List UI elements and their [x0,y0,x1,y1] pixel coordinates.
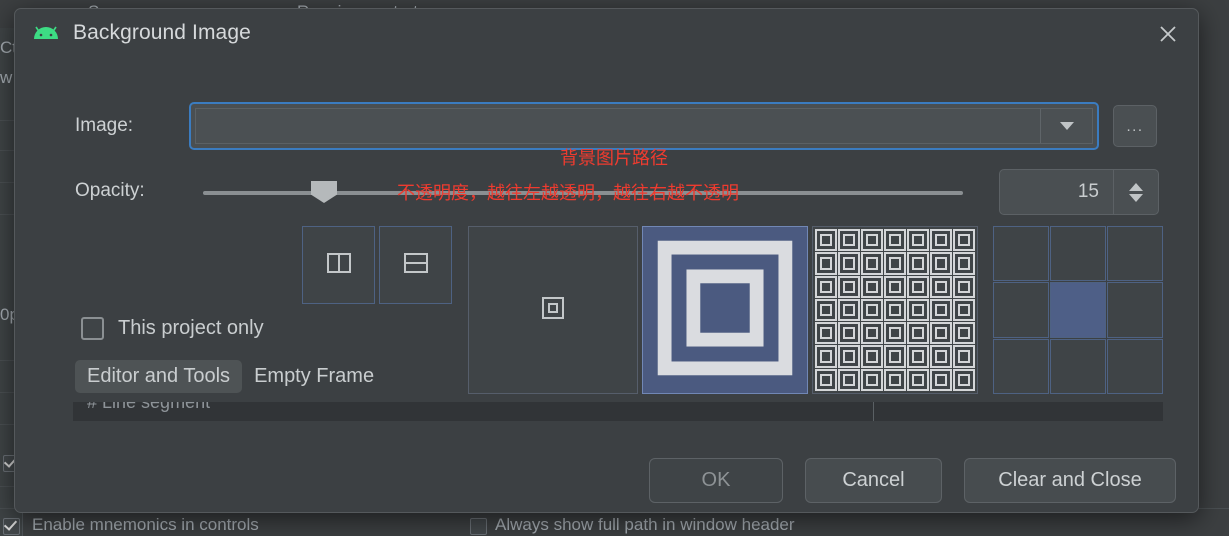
anchor-cell-top-center[interactable] [1050,226,1106,282]
tab-empty-frame[interactable]: Empty Frame [242,360,386,393]
anchor-position-grid[interactable] [993,226,1163,394]
fill-mode-center-preview[interactable] [468,226,638,394]
fill-mode-tile-preview[interactable] [812,226,978,394]
opacity-spinner[interactable]: 15 [999,169,1159,215]
dialog-titlebar: Background Image [15,9,1198,57]
backdrop-label-enable-mnemonics: Enable mnemonics in controls [32,515,259,534]
opacity-value[interactable]: 15 [1000,170,1113,214]
scope-tabs[interactable]: Editor and Tools Empty Frame [75,360,386,393]
backdrop-text-w: w [0,68,13,87]
center-fill-icon [541,296,565,325]
anchor-cell-middle-center[interactable] [1050,282,1106,338]
close-icon[interactable] [1148,17,1188,51]
clipped-text-strip: # Line segment [73,402,1163,421]
opacity-annotation: 不透明度，越往左越透明，越往右越不透明 [397,183,739,203]
this-project-only-checkbox[interactable] [81,317,104,340]
this-project-only-row[interactable]: This project only [81,317,264,340]
anchor-cell-middle-right[interactable] [1107,282,1163,338]
split-horizontal-button[interactable] [379,226,452,304]
scale-fill-icon [656,239,794,382]
fill-mode-scale-preview[interactable] [642,226,808,394]
split-vertical-button[interactable] [302,226,375,304]
opacity-label: Opacity: [75,180,145,201]
this-project-only-label: This project only [118,317,264,339]
clipped-text: # Line segment [87,402,211,412]
tab-editor-and-tools[interactable]: Editor and Tools [75,360,243,393]
anchor-cell-middle-left[interactable] [993,282,1049,338]
cancel-button[interactable]: Cancel [805,458,942,503]
anchor-cell-bottom-left[interactable] [993,338,1049,394]
clear-and-close-button[interactable]: Clear and Close [964,458,1176,503]
anchor-cell-top-right[interactable] [1107,226,1163,282]
backdrop-checkbox-enable-mnemonics[interactable] [3,518,20,535]
anchor-cell-top-left[interactable] [993,226,1049,282]
chevron-up-icon[interactable] [1129,182,1143,191]
opacity-slider-thumb[interactable] [311,181,337,203]
backdrop-label-always-show-full-path: Always show full path in window header [495,515,795,534]
backdrop-checkbox-always-show-full-path[interactable] [470,518,487,535]
chevron-down-icon[interactable] [1129,193,1143,202]
anchor-cell-bottom-center[interactable] [1050,338,1106,394]
background-image-dialog: Background Image Image: 背景图片路径 ... Opaci… [14,8,1199,513]
tile-pattern [813,227,977,393]
opacity-stepper[interactable] [1113,170,1158,214]
split-vertical-icon [326,250,352,281]
android-icon [31,24,61,44]
image-path-combobox[interactable]: 背景图片路径 [189,102,1099,168]
ok-button[interactable]: OK [649,458,783,503]
split-horizontal-icon [403,250,429,281]
chevron-down-icon[interactable] [1040,109,1092,143]
image-path-annotation: 背景图片路径 [560,148,668,168]
image-label: Image: [75,115,134,136]
page-title: Background Image [73,21,251,44]
anchor-cell-bottom-right[interactable] [1107,338,1163,394]
browse-file-button[interactable]: ... [1113,105,1157,147]
clipped-strip-divider [873,402,874,421]
